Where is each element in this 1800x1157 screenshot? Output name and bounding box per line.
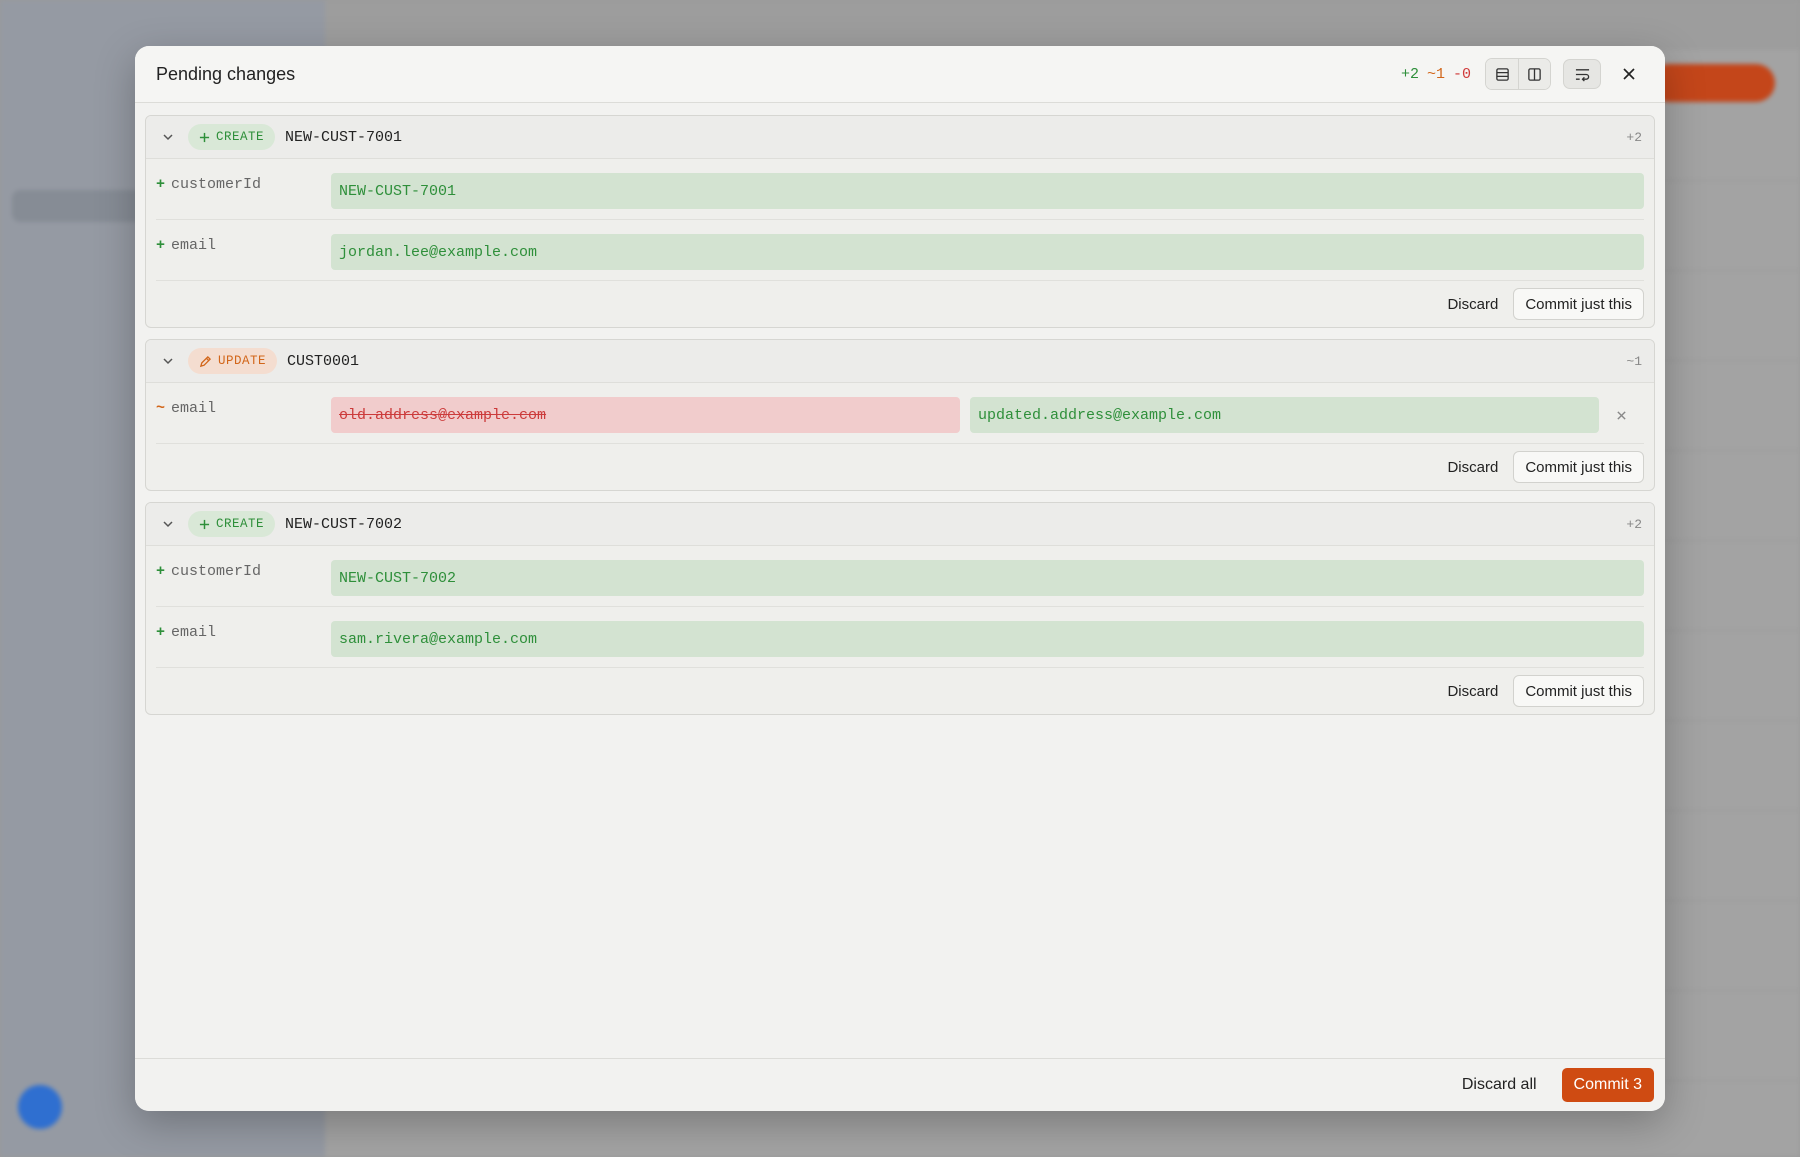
field-name: email [171, 400, 217, 417]
deleted-count: -0 [1452, 65, 1471, 83]
create-badge: CREATE [188, 124, 276, 150]
field-row: ~ email old.address@example.com updated.a… [156, 383, 1644, 444]
added-value: NEW-CUST-7001 [331, 173, 1644, 209]
change-card-header: CREATE NEW-CUST-7001 +2 [146, 116, 1654, 159]
change-card: CREATE NEW-CUST-7002 +2 + customerId NEW-… [145, 502, 1655, 715]
added-value: NEW-CUST-7002 [331, 560, 1644, 596]
card-actions: Discard Commit just this [146, 281, 1654, 327]
chevron-down-icon [163, 521, 173, 528]
new-value: updated.address@example.com [970, 397, 1599, 433]
background-primary-button [1650, 64, 1775, 102]
modal-header: Pending changes +2 ~1 -0 [135, 46, 1665, 103]
changes-list: CREATE NEW-CUST-7001 +2 + customerId NEW-… [135, 103, 1665, 715]
field-name: email [171, 237, 217, 254]
old-value: old.address@example.com [331, 397, 960, 433]
modal-title: Pending changes [156, 63, 296, 84]
modified-mark: ~ [156, 400, 166, 417]
plus-icon [199, 132, 210, 142]
header-controls: +2 ~1 -0 [1401, 58, 1645, 90]
pending-changes-modal: Pending changes +2 ~1 -0 CREATE NEW-CUST… [135, 46, 1665, 1111]
background-topbar [325, 0, 1800, 50]
change-count: ~1 [1626, 353, 1642, 369]
change-counts: +2 ~1 -0 [1401, 66, 1471, 83]
modified-count: ~1 [1426, 65, 1445, 83]
record-id: CUST0001 [287, 352, 360, 370]
change-count: +2 [1626, 516, 1642, 532]
field-row: + customerId NEW-CUST-7002 [156, 546, 1644, 607]
close-icon [1623, 68, 1635, 80]
rows-view-button[interactable] [1486, 59, 1518, 89]
record-id: NEW-CUST-7002 [285, 515, 403, 533]
modal-footer: Discard all Commit 3 [135, 1058, 1665, 1111]
pencil-icon [199, 355, 212, 367]
added-mark: + [156, 176, 166, 193]
close-icon [1616, 410, 1626, 420]
commit-all-button[interactable]: Commit 3 [1561, 1068, 1654, 1102]
change-type-label: CREATE [216, 130, 265, 144]
rows-view-icon [1495, 67, 1509, 81]
chevron-down-icon [163, 134, 173, 141]
columns-view-button[interactable] [1518, 59, 1550, 89]
background-avatar [18, 1085, 62, 1129]
added-mark: + [156, 563, 166, 580]
card-actions: Discard Commit just this [146, 668, 1654, 714]
update-badge: UPDATE [188, 348, 278, 374]
columns-view-icon [1528, 67, 1541, 81]
field-name: customerId [171, 563, 262, 580]
collapse-toggle[interactable] [158, 351, 178, 371]
change-card: UPDATE CUST0001 ~1 ~ email old.address@ex… [145, 339, 1655, 491]
collapse-toggle[interactable] [158, 127, 178, 147]
added-value: jordan.lee@example.com [331, 234, 1644, 270]
field-row: + customerId NEW-CUST-7001 [156, 159, 1644, 220]
discard-button[interactable]: Discard [1447, 683, 1498, 700]
commit-just-this-button[interactable]: Commit just this [1513, 288, 1644, 320]
change-card: CREATE NEW-CUST-7001 +2 + customerId NEW-… [145, 115, 1655, 328]
discard-button[interactable]: Discard [1447, 296, 1498, 313]
field-name: email [171, 624, 217, 641]
wrap-text-button[interactable] [1563, 59, 1601, 89]
commit-just-this-button[interactable]: Commit just this [1513, 675, 1644, 707]
added-value: sam.rivera@example.com [331, 621, 1644, 657]
commit-just-this-button[interactable]: Commit just this [1513, 451, 1644, 483]
added-mark: + [156, 237, 166, 254]
added-count: +2 [1400, 65, 1419, 83]
revert-field-button[interactable] [1601, 397, 1641, 433]
field-name: customerId [171, 176, 262, 193]
change-type-label: CREATE [216, 517, 265, 531]
field-row: + email jordan.lee@example.com [156, 220, 1644, 281]
record-id: NEW-CUST-7001 [285, 128, 403, 146]
card-actions: Discard Commit just this [146, 444, 1654, 490]
field-row: + email sam.rivera@example.com [156, 607, 1644, 668]
change-type-label: UPDATE [218, 354, 267, 368]
create-badge: CREATE [188, 511, 276, 537]
view-mode-toggle [1485, 58, 1551, 90]
plus-icon [199, 519, 210, 529]
wrap-text-icon [1575, 68, 1589, 82]
change-card-header: UPDATE CUST0001 ~1 [146, 340, 1654, 383]
change-count: +2 [1626, 129, 1642, 145]
discard-all-button[interactable]: Discard all [1462, 1076, 1537, 1094]
chevron-down-icon [163, 358, 173, 365]
close-modal-button[interactable] [1613, 59, 1645, 89]
discard-button[interactable]: Discard [1447, 459, 1498, 476]
added-mark: + [156, 624, 166, 641]
change-card-header: CREATE NEW-CUST-7002 +2 [146, 503, 1654, 546]
collapse-toggle[interactable] [158, 514, 178, 534]
